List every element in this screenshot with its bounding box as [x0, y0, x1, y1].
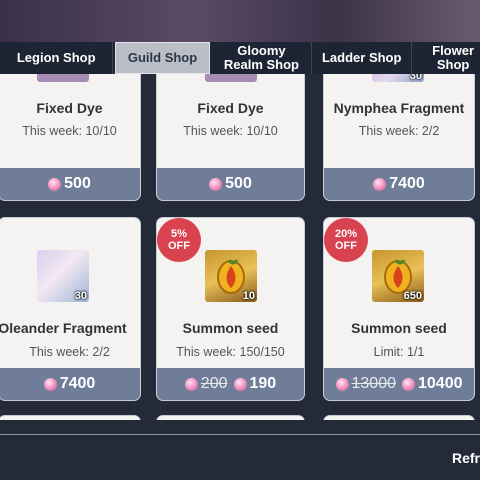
item-name: Fixed Dye: [197, 100, 264, 116]
gem-icon: [184, 377, 198, 391]
shop-item-card[interactable]: Fixed Dye This week: 10/10 500: [0, 74, 140, 200]
gem-icon: [233, 377, 247, 391]
price-value: 10400: [418, 375, 463, 392]
tab-label: Ladder Shop: [321, 50, 402, 65]
portrait-icon: 30: [37, 250, 89, 302]
shop-item-card[interactable]: 5% OFF 10 Summon seed This week: 150/150…: [157, 218, 304, 400]
item-count: 30: [74, 290, 87, 302]
price-value: 500: [225, 175, 252, 192]
price-value: 190: [249, 375, 277, 392]
seed-icon: 10: [205, 250, 257, 302]
tab-label: Flower Shop: [432, 43, 475, 72]
refresh-button[interactable]: Refr: [452, 450, 480, 466]
price-value: 500: [64, 175, 91, 192]
tab-guild-shop[interactable]: Guild Shop: [115, 42, 210, 74]
price-value: 7400: [389, 175, 425, 192]
price-bar[interactable]: 200 190: [157, 368, 304, 400]
purchase-limit: This week: 10/10: [22, 124, 117, 138]
discount-suffix: OFF: [335, 240, 357, 252]
gem-icon: [43, 377, 57, 391]
price-bar[interactable]: 7400: [0, 368, 140, 400]
tab-gloomy-realm-shop[interactable]: Gloomy Realm Shop: [212, 42, 313, 74]
purchase-limit: This week: 10/10: [183, 124, 278, 138]
tab-label: Guild Shop: [127, 50, 198, 65]
background-banner: [0, 0, 480, 42]
discount-badge: 20% OFF: [324, 218, 368, 262]
original-price: 200: [200, 375, 228, 392]
gem-icon: [209, 177, 223, 191]
shop-tab-bar: Legion Shop Guild Shop Gloomy Realm Shop…: [0, 42, 480, 74]
original-price: 13000: [351, 375, 397, 392]
item-name: Fixed Dye: [36, 100, 103, 116]
tab-flower-shop[interactable]: Flower Shop: [412, 42, 480, 74]
tab-label: Legion Shop: [16, 50, 96, 65]
purchase-limit: Limit: 1/1: [373, 345, 425, 359]
shop-item-card[interactable]: 30 Nymphea Fragment This week: 2/2 7400: [324, 74, 474, 200]
item-count: 650: [403, 290, 422, 302]
purchase-limit: This week: 2/2: [358, 124, 440, 138]
shop-item-card[interactable]: Fixed Dye This week: 10/10 500: [157, 74, 304, 200]
portrait-icon: 30: [372, 74, 424, 82]
price-bar[interactable]: 500: [157, 168, 304, 200]
gem-icon: [402, 377, 415, 391]
tab-label: Gloomy Realm Shop: [223, 43, 299, 72]
price-bar[interactable]: 500: [0, 168, 140, 200]
discount-percent: 5%: [171, 228, 187, 240]
price-value: 7400: [59, 375, 96, 392]
item-name: Summon seed: [351, 320, 447, 336]
item-name: Nymphea Fragment: [333, 100, 465, 116]
discount-percent: 20%: [334, 228, 358, 240]
price-bar[interactable]: 7400: [324, 168, 474, 200]
dye-icon: [37, 74, 89, 82]
tab-legion-shop[interactable]: Legion Shop: [0, 42, 114, 74]
discount-suffix: OFF: [168, 240, 190, 252]
item-count: 30: [409, 74, 422, 82]
shop-item-card[interactable]: 20% OFF 650 Summon seed Limit: 1/1 13000…: [324, 218, 474, 400]
purchase-limit: This week: 2/2: [29, 345, 110, 359]
tab-ladder-shop[interactable]: Ladder Shop: [312, 42, 413, 74]
gem-icon: [373, 177, 387, 191]
purchase-limit: This week: 150/150: [176, 345, 285, 359]
item-name: Summon seed: [182, 320, 279, 336]
item-name: Oleander Fragment: [0, 320, 127, 336]
gem-icon: [48, 177, 62, 191]
seed-icon: 650: [372, 250, 424, 302]
item-grid: Fixed Dye This week: 10/10 500 Fixed Dye…: [0, 74, 480, 420]
gem-icon: [335, 377, 349, 391]
item-count: 10: [242, 290, 255, 302]
dye-icon: [205, 74, 257, 82]
discount-badge: 5% OFF: [157, 218, 201, 262]
shop-item-card[interactable]: 30 Oleander Fragment This week: 2/2 7400: [0, 218, 140, 400]
bottom-bar: [0, 420, 480, 480]
price-bar[interactable]: 13000 10400: [324, 368, 474, 400]
divider: [0, 434, 480, 435]
